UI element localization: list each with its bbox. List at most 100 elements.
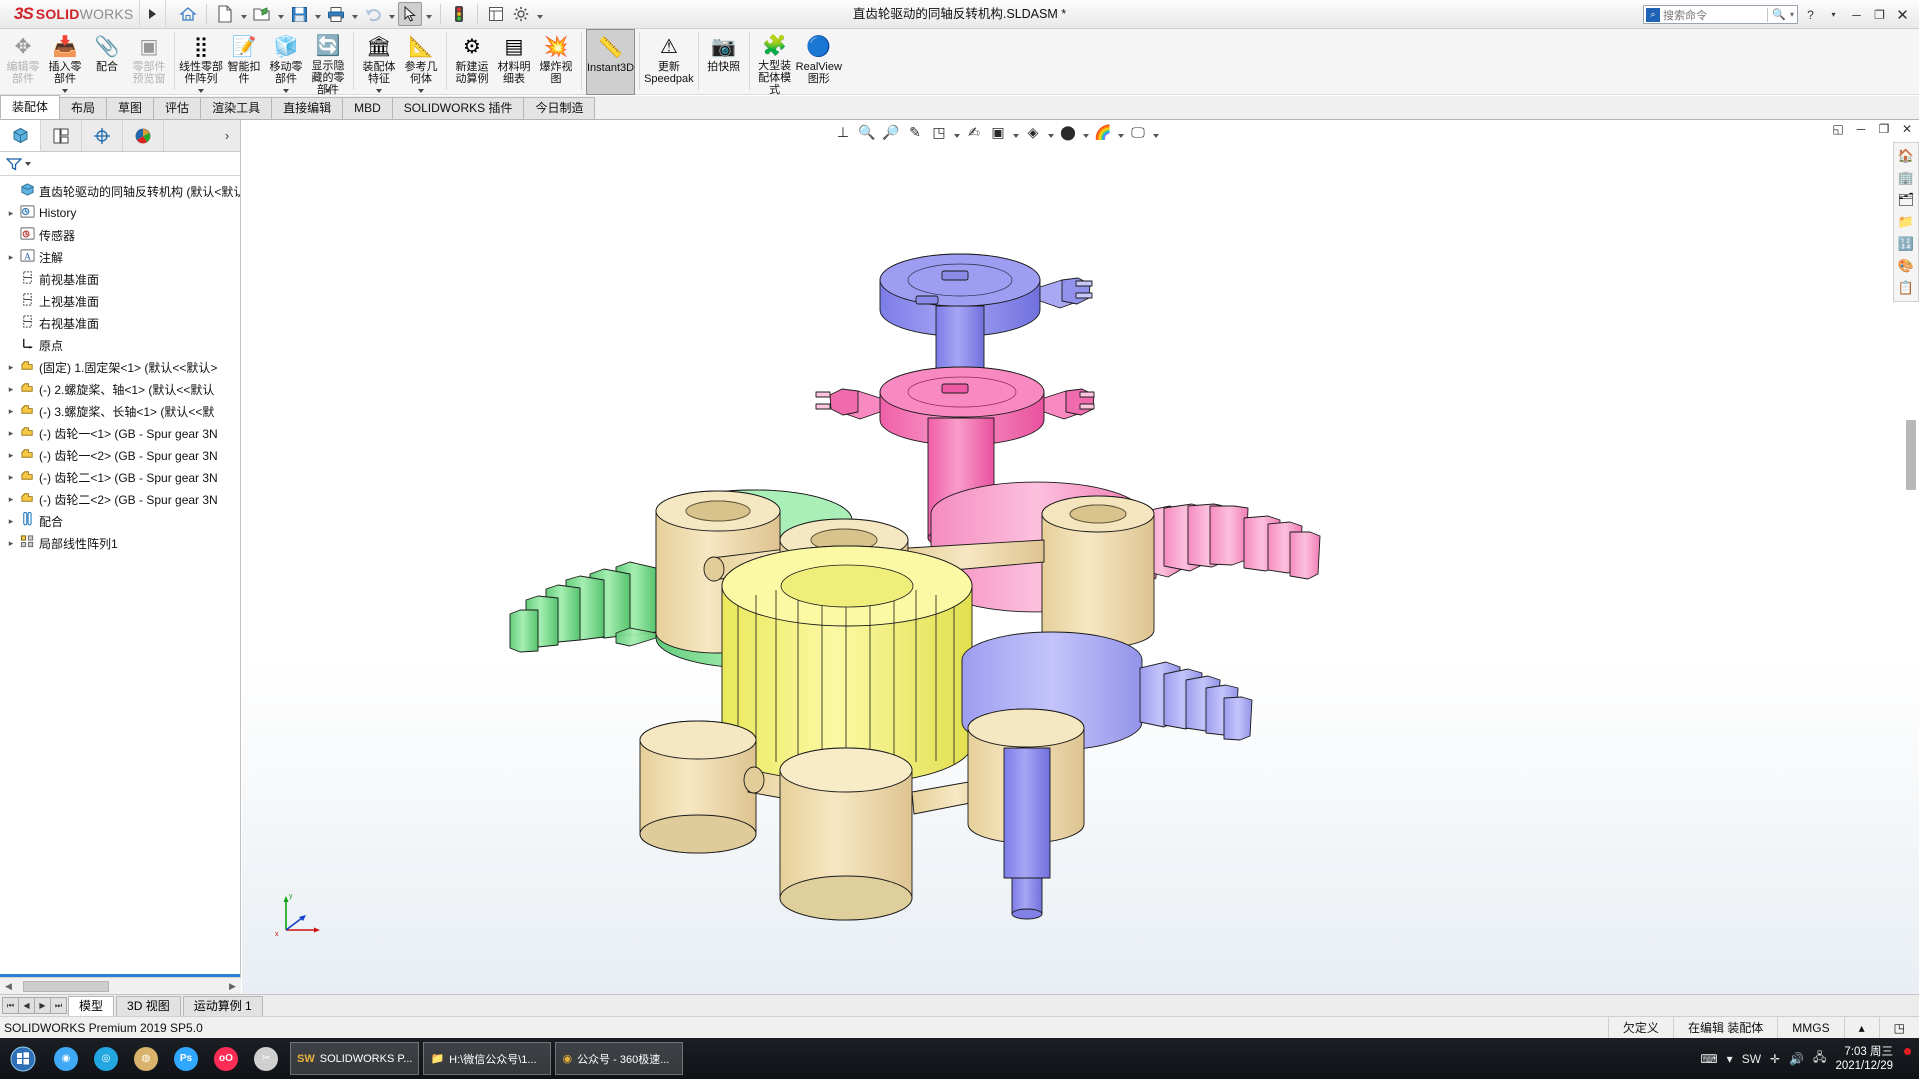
tree-expand-arrow[interactable]: ▸ xyxy=(4,384,18,395)
tree-expand-arrow[interactable]: ▸ xyxy=(4,208,18,219)
tree-item[interactable]: ▸ (-) 齿轮二<1> (GB - Spur gear 3N xyxy=(0,466,240,488)
tray-volume-icon[interactable]: 🔊 xyxy=(1789,1052,1804,1066)
ribbon-dropdown-6[interactable] xyxy=(283,89,289,93)
settings-dropdown[interactable] xyxy=(534,2,545,26)
ribbon-dropdown-1[interactable] xyxy=(62,89,68,93)
tree-horizontal-scrollbar[interactable]: ◀ ▶ xyxy=(0,977,241,994)
taskbar-icon-snip[interactable]: ✂ xyxy=(246,1038,286,1079)
ribbon-button-5[interactable]: 📝 智能扣 件 xyxy=(223,29,265,95)
tree-expand-arrow[interactable]: ▸ xyxy=(4,252,18,263)
file-explorer-icon[interactable]: 📁 xyxy=(1895,211,1917,233)
menu-expand-button[interactable] xyxy=(140,0,166,29)
feature-tree[interactable]: 直齿轮驱动的同轴反转机构 (默认<默认 ▸ History 传感器 ▸ A 注解 前视基准面上… xyxy=(0,176,240,946)
ribbon-dropdown-9[interactable] xyxy=(418,89,424,93)
tree-item[interactable]: 传感器 xyxy=(0,224,240,246)
scroll-thumb[interactable] xyxy=(23,980,109,992)
prev-tab-button[interactable]: ◀ xyxy=(18,997,35,1014)
rebuild-icon[interactable] xyxy=(447,2,471,26)
tree-item[interactable]: ▸ History xyxy=(0,202,240,224)
taskbar-icon-photoshop[interactable]: Ps xyxy=(166,1038,206,1079)
command-tab-0[interactable]: 装配体 xyxy=(0,95,61,119)
ribbon-button-15[interactable]: 📷 拍快照 xyxy=(703,29,745,95)
tray-keyboard-icon[interactable]: ⌨ xyxy=(1700,1052,1717,1066)
status-overlay-icon[interactable]: ◳ xyxy=(1878,1016,1919,1039)
ribbon-button-4[interactable]: ⣿ 线性零部 件阵列 xyxy=(179,29,223,95)
save-icon[interactable] xyxy=(287,2,311,26)
view-palette-icon[interactable]: 🏠 xyxy=(1895,145,1917,167)
search-library-icon[interactable]: 🔢 xyxy=(1895,233,1917,255)
settings-gear-icon[interactable] xyxy=(509,2,533,26)
tree-expand-arrow[interactable]: ▸ xyxy=(4,450,18,461)
doc-tab-2[interactable]: 运动算例 1 xyxy=(182,995,263,1016)
command-search-input[interactable]: ⌕ 搜索命令 🔍 ▾ xyxy=(1643,5,1798,24)
ribbon-button-12[interactable]: 💥 爆炸视 图 xyxy=(535,29,577,95)
graphics-area[interactable]: ⊥ 🔍 🔎 ✎ ◳ ✍ ▣ ◈ ⬤ 🌈 🖵 ◱ ─ ❐ ✕ y x 🏠 🏢 🗂 … xyxy=(242,120,1919,994)
tree-item[interactable]: 上视基准面 xyxy=(0,290,240,312)
ribbon-button-1[interactable]: 📥 插入零 部件 xyxy=(44,29,86,95)
tree-expand-arrow[interactable]: ▸ xyxy=(4,362,18,373)
ribbon-button-10[interactable]: ⚙ 新建运 动算例 xyxy=(451,29,493,95)
print-dropdown[interactable] xyxy=(349,2,360,26)
first-tab-button[interactable]: ⏮ xyxy=(2,997,19,1014)
taskbar-task-solidworks[interactable]: SW SOLIDWORKS P... xyxy=(290,1042,420,1075)
ribbon-button-7[interactable]: 🔄 显示隐 藏的零 部件 xyxy=(307,29,349,96)
command-tab-8[interactable]: 今日制造 xyxy=(523,97,596,119)
display-manager-tab[interactable] xyxy=(123,120,164,151)
minimize-button[interactable]: ─ xyxy=(1846,4,1867,25)
tree-item[interactable]: ▸ 局部线性阵列1 xyxy=(0,532,240,554)
feature-tree-tab[interactable] xyxy=(0,120,41,151)
last-tab-button[interactable]: ⏭ xyxy=(50,997,67,1014)
tree-item[interactable]: 直齿轮驱动的同轴反转机构 (默认<默认 xyxy=(0,180,240,202)
command-tab-1[interactable]: 布局 xyxy=(59,97,108,119)
help-button[interactable]: ? xyxy=(1800,4,1821,25)
tree-item[interactable]: ▸ 配合 xyxy=(0,510,240,532)
options-page-icon[interactable] xyxy=(484,2,508,26)
command-tab-7[interactable]: SOLIDWORKS 插件 xyxy=(391,97,525,119)
tray-solidworks-icon[interactable]: SW xyxy=(1742,1052,1761,1066)
command-tab-4[interactable]: 渲染工具 xyxy=(200,97,273,119)
tree-item[interactable]: ▸ (-) 齿轮二<2> (GB - Spur gear 3N xyxy=(0,488,240,510)
tree-expand-arrow[interactable]: ▸ xyxy=(4,538,18,549)
restore-button[interactable]: ❐ xyxy=(1869,4,1890,25)
ribbon-button-16[interactable]: 🧩 大型装 配体模 式 xyxy=(754,29,796,96)
graphics-vertical-scroll-thumb[interactable] xyxy=(1906,420,1916,490)
print-icon[interactable] xyxy=(324,2,348,26)
view-palette2-icon[interactable]: 🎨 xyxy=(1895,255,1917,277)
next-tab-button[interactable]: ▶ xyxy=(34,997,51,1014)
configuration-manager-tab[interactable] xyxy=(82,120,123,151)
taskbar-icon-app2[interactable]: ◎ xyxy=(86,1038,126,1079)
scroll-right-arrow[interactable]: ▶ xyxy=(224,981,241,992)
ribbon-button-11[interactable]: ▤ 材料明 细表 xyxy=(493,29,535,95)
tray-network-icon[interactable]: 🖧 xyxy=(1813,1048,1826,1069)
undo-icon[interactable] xyxy=(361,2,385,26)
ribbon-button-8[interactable]: 🏛 装配体 特征 xyxy=(358,29,400,95)
ribbon-button-13[interactable]: 📏 Instant3D xyxy=(586,29,636,95)
undo-dropdown[interactable] xyxy=(386,2,397,26)
tree-item[interactable]: ▸ (-) 齿轮一<2> (GB - Spur gear 3N xyxy=(0,444,240,466)
ribbon-button-14[interactable]: ⚠ 更新 Speedpak xyxy=(644,29,694,95)
ribbon-dropdown-7[interactable] xyxy=(325,89,331,93)
magnifier-icon[interactable]: 🔍 xyxy=(1772,8,1786,21)
open-document-icon[interactable] xyxy=(250,2,274,26)
taskbar-task-browser[interactable]: ◉ 公众号 - 360极速... xyxy=(555,1042,684,1075)
command-tab-5[interactable]: 直接编辑 xyxy=(271,97,344,119)
open-document-dropdown[interactable] xyxy=(275,2,286,26)
tree-item[interactable]: ▸ (固定) 1.固定架<1> (默认<<默认> xyxy=(0,356,240,378)
tree-item[interactable]: ▸ (-) 2.螺旋桨、轴<1> (默认<<默认 xyxy=(0,378,240,400)
ribbon-button-17[interactable]: 🔵 RealView 图形 xyxy=(796,29,842,95)
doc-tab-0[interactable]: 模型 xyxy=(68,995,115,1016)
custom-properties-icon[interactable]: 📋 xyxy=(1895,277,1917,299)
taskbar-clock[interactable]: 7:03 周三 2021/12/29 xyxy=(1835,1045,1893,1073)
taskbar-icon-app3[interactable]: ◍ xyxy=(126,1038,166,1079)
command-tab-6[interactable]: MBD xyxy=(342,97,393,119)
new-document-icon[interactable] xyxy=(213,2,237,26)
property-manager-tab[interactable] xyxy=(41,120,82,151)
tree-item[interactable]: 右视基准面 xyxy=(0,312,240,334)
tray-expand-icon[interactable]: ▾ xyxy=(1727,1052,1733,1066)
close-button[interactable]: ✕ xyxy=(1892,4,1913,25)
doc-tab-1[interactable]: 3D 视图 xyxy=(116,995,181,1016)
tree-item[interactable]: ▸ A 注解 xyxy=(0,246,240,268)
status-units-dropdown[interactable]: ▴ xyxy=(1843,1016,1879,1039)
appearances-icon[interactable]: 🏢 xyxy=(1895,167,1917,189)
panel-expand-icon[interactable]: › xyxy=(214,120,240,151)
